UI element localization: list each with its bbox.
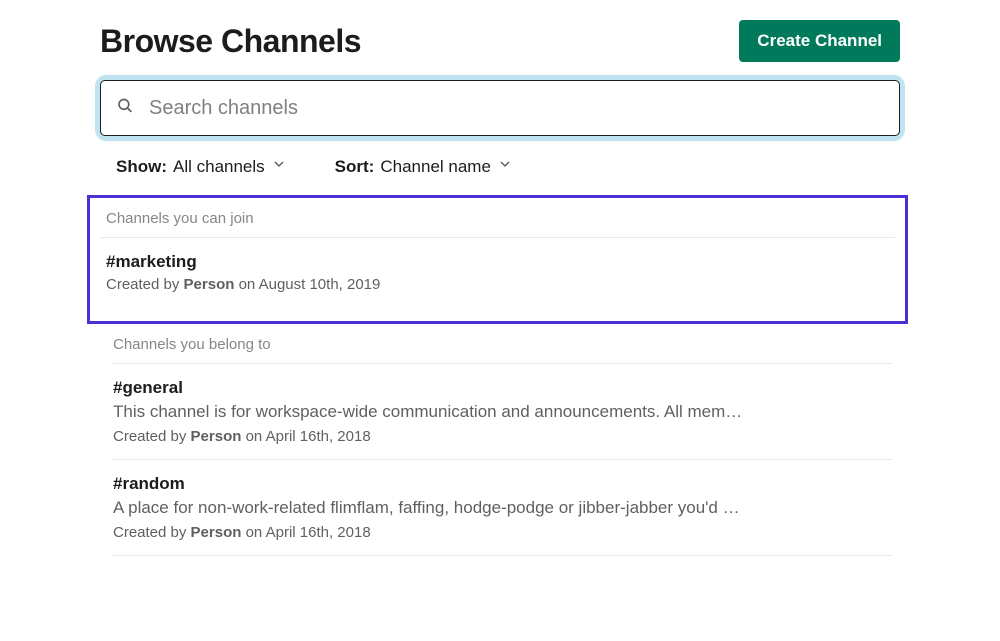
show-filter-label: Show: bbox=[116, 157, 167, 177]
channel-item[interactable]: #general This channel is for workspace-w… bbox=[113, 364, 892, 460]
channel-desc: This channel is for workspace-wide commu… bbox=[113, 402, 892, 422]
show-filter[interactable]: Show: All channels bbox=[116, 156, 287, 177]
channel-name: #marketing bbox=[106, 252, 895, 272]
search-wrapper bbox=[100, 80, 900, 136]
channel-meta: Created by Person on April 16th, 2018 bbox=[113, 428, 892, 445]
show-filter-value: All channels bbox=[173, 157, 265, 177]
search-input[interactable] bbox=[100, 80, 900, 136]
section-label-joinable: Channels you can join bbox=[100, 198, 895, 238]
channel-name: #random bbox=[113, 474, 892, 494]
chevron-down-icon bbox=[271, 156, 287, 177]
sort-filter-value: Channel name bbox=[380, 157, 491, 177]
channel-item[interactable]: #random A place for non-work-related fli… bbox=[113, 460, 892, 556]
channel-meta: Created by Person on April 16th, 2018 bbox=[113, 524, 892, 541]
joinable-highlight-box: Channels you can join #marketing Created… bbox=[87, 195, 908, 324]
sort-filter-label: Sort: bbox=[335, 157, 375, 177]
search-icon bbox=[116, 97, 134, 120]
chevron-down-icon bbox=[497, 156, 513, 177]
create-channel-button[interactable]: Create Channel bbox=[739, 20, 900, 62]
channel-item[interactable]: #marketing Created by Person on August 1… bbox=[100, 238, 895, 307]
sort-filter[interactable]: Sort: Channel name bbox=[335, 156, 513, 177]
channel-desc: A place for non-work-related flimflam, f… bbox=[113, 498, 892, 518]
page-title: Browse Channels bbox=[100, 23, 361, 60]
channel-name: #general bbox=[113, 378, 892, 398]
channel-meta: Created by Person on August 10th, 2019 bbox=[106, 276, 895, 293]
section-label-belong: Channels you belong to bbox=[113, 324, 892, 364]
